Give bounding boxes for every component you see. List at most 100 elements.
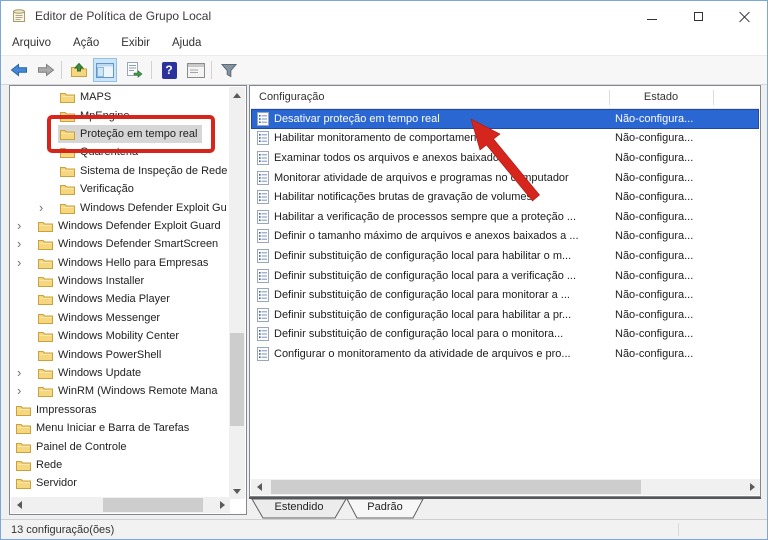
chevron-right-icon[interactable] — [39, 203, 58, 213]
scrollbar-thumb[interactable] — [103, 498, 203, 512]
policy-setting-icon — [257, 269, 269, 283]
scroll-right-icon[interactable] — [215, 497, 230, 513]
tree-item-windows-media-player[interactable]: Windows Media Player — [11, 290, 228, 308]
list-row-desativar-protecao[interactable]: Desativar proteção em tempo realNão-conf… — [251, 109, 759, 129]
scroll-left-icon[interactable] — [11, 497, 26, 513]
scroll-right-icon[interactable] — [745, 479, 760, 495]
folder-icon — [38, 367, 53, 379]
tree-item-wd-smartscreen[interactable]: Windows Defender SmartScreen — [11, 235, 228, 253]
maximize-icon — [694, 12, 703, 21]
close-button[interactable] — [721, 1, 767, 31]
up-one-level-icon — [70, 62, 88, 78]
toolbar-separator — [211, 61, 212, 79]
chevron-right-icon[interactable] — [17, 386, 36, 396]
chevron-right-icon[interactable] — [17, 221, 36, 231]
folder-icon — [16, 477, 31, 489]
list-row[interactable]: Definir substituição de configuração loc… — [251, 325, 759, 345]
menu-ajuda[interactable]: Ajuda — [161, 37, 212, 49]
properties-window-button[interactable] — [184, 58, 208, 82]
policy-setting-icon — [257, 249, 269, 263]
filter-button[interactable] — [217, 58, 241, 82]
column-separator[interactable] — [713, 90, 714, 105]
folder-icon — [38, 220, 53, 232]
folder-icon — [16, 404, 31, 416]
menu-arquivo[interactable]: Arquivo — [1, 37, 62, 49]
tree-item-sistema-inspecao[interactable]: Sistema de Inspeção de Rede — [11, 162, 228, 180]
scrollbar-thumb[interactable] — [271, 480, 641, 494]
list-row[interactable]: Habilitar monitoramento de comportamento… — [251, 129, 759, 149]
list-row[interactable]: Definir substituição de configuração loc… — [251, 246, 759, 266]
maximize-button[interactable] — [675, 1, 721, 31]
tree-item-maps[interactable]: MAPS — [11, 88, 228, 106]
chevron-right-icon[interactable] — [17, 368, 36, 378]
show-console-tree-button[interactable] — [93, 58, 117, 82]
column-header-estado[interactable]: Estado — [609, 91, 713, 103]
list-row[interactable]: Definir substituição de configuração loc… — [251, 285, 759, 305]
folder-icon — [38, 349, 53, 361]
tree-item-windows-installer[interactable]: Windows Installer — [11, 272, 228, 290]
tree-item-wd-exploit-guard[interactable]: Windows Defender Exploit Guard — [11, 217, 228, 235]
tree-vertical-scrollbar[interactable] — [229, 87, 245, 499]
scrollbar-thumb[interactable] — [230, 333, 244, 426]
scroll-down-icon[interactable] — [229, 484, 245, 499]
tree-item-windows-mobility-center[interactable]: Windows Mobility Center — [11, 327, 228, 345]
list-row[interactable]: Habilitar notificações brutas de gravaçã… — [251, 187, 759, 207]
minimize-button[interactable] — [629, 1, 675, 31]
chevron-right-icon[interactable] — [17, 258, 36, 268]
list-row[interactable]: Configurar o monitoramento da atividade … — [251, 344, 759, 364]
tree-item-windows-powershell[interactable]: Windows PowerShell — [11, 345, 228, 363]
toolbar-separator — [61, 61, 62, 79]
tree-item-windows-messenger[interactable]: Windows Messenger — [11, 309, 228, 327]
tree-item-servidor[interactable]: Servidor — [11, 474, 228, 492]
column-header-configuracao[interactable]: Configuração — [259, 91, 324, 103]
list-row[interactable]: Definir substituição de configuração loc… — [251, 266, 759, 286]
policy-setting-icon — [257, 288, 269, 302]
tab-estendido[interactable]: Estendido — [251, 499, 347, 519]
folder-icon — [38, 293, 53, 305]
policy-setting-icon — [257, 171, 269, 185]
policy-setting-icon — [257, 327, 269, 341]
list-row[interactable]: Definir o tamanho máximo de arquivos e a… — [251, 227, 759, 247]
forward-button[interactable] — [34, 58, 58, 82]
back-button[interactable] — [7, 58, 31, 82]
tree-item-rede[interactable]: Rede — [11, 456, 228, 474]
properties-window-icon — [187, 63, 205, 78]
close-icon — [739, 11, 750, 22]
scroll-left-icon[interactable] — [251, 479, 266, 495]
minimize-icon — [647, 19, 657, 20]
list-horizontal-scrollbar[interactable] — [251, 479, 760, 495]
policy-setting-icon — [257, 229, 269, 243]
list-row[interactable]: Habilitar a verificação de processos sem… — [251, 207, 759, 227]
chevron-right-icon[interactable] — [17, 239, 36, 249]
folder-icon — [16, 441, 31, 453]
tree-item-impressoras[interactable]: Impressoras — [11, 401, 228, 419]
menu-bar: Arquivo Ação Exibir Ajuda — [1, 31, 767, 56]
menu-exibir[interactable]: Exibir — [110, 37, 161, 49]
folder-icon — [16, 422, 31, 434]
scroll-up-icon[interactable] — [229, 87, 245, 102]
list-row[interactable]: Monitorar atividade de arquivos e progra… — [251, 168, 759, 188]
tree-item-menu-iniciar[interactable]: Menu Iniciar e Barra de Tarefas — [11, 419, 228, 437]
app-window: Editor de Política de Grupo Local Arquiv… — [0, 0, 768, 540]
menu-acao[interactable]: Ação — [62, 37, 110, 49]
toolbar — [1, 56, 767, 85]
tree-item-wd-exploit-gu[interactable]: Windows Defender Exploit Gu — [11, 198, 228, 216]
toolbar-separator — [151, 61, 152, 79]
up-one-level-button[interactable] — [67, 58, 91, 82]
policy-setting-icon — [257, 131, 269, 145]
list-row[interactable]: Definir substituição de configuração loc… — [251, 305, 759, 325]
tree-horizontal-scrollbar[interactable] — [11, 497, 230, 513]
filter-icon — [221, 63, 237, 78]
tree-item-windows-update[interactable]: Windows Update — [11, 364, 228, 382]
list-row[interactable]: Examinar todos os arquivos e anexos baix… — [251, 148, 759, 168]
policy-setting-icon — [257, 112, 269, 126]
tree-item-painel-de-controle[interactable]: Painel de Controle — [11, 437, 228, 455]
folder-icon — [60, 91, 75, 103]
tree-item-winrm[interactable]: WinRM (Windows Remote Mana — [11, 382, 228, 400]
export-list-button[interactable] — [122, 58, 146, 82]
tab-padrao[interactable]: Padrão — [346, 499, 424, 519]
help-button[interactable] — [157, 58, 181, 82]
tree-item-verificacao[interactable]: Verificação — [11, 180, 228, 198]
tree-item-windows-hello[interactable]: Windows Hello para Empresas — [11, 254, 228, 272]
gpedit-scroll-icon — [11, 8, 27, 24]
